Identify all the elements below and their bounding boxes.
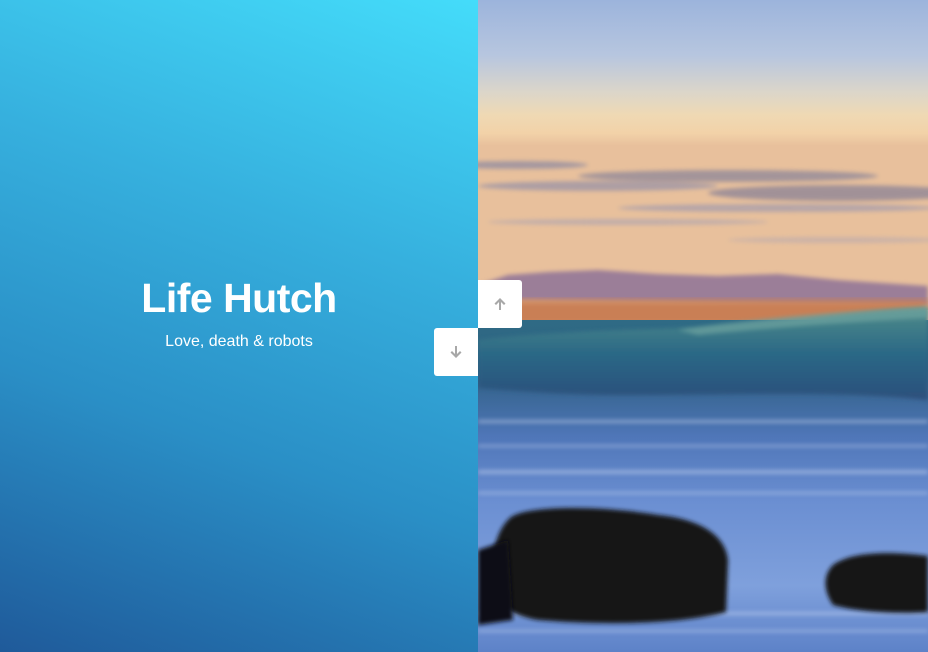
page: Life Hutch Love, death & robots xyxy=(0,0,928,652)
hero-panel: Life Hutch Love, death & robots xyxy=(0,0,478,652)
site-tagline: Love, death & robots xyxy=(165,333,313,350)
ocean-wave-photo xyxy=(478,0,928,652)
scroll-up-button[interactable] xyxy=(478,280,522,328)
hero-text: Life Hutch Love, death & robots xyxy=(0,272,478,352)
arrow-down-icon xyxy=(450,346,462,358)
scroll-down-button[interactable] xyxy=(434,328,478,376)
site-title: Life Hutch xyxy=(141,275,337,321)
hero-photo xyxy=(478,0,928,652)
arrow-up-icon xyxy=(494,298,506,310)
